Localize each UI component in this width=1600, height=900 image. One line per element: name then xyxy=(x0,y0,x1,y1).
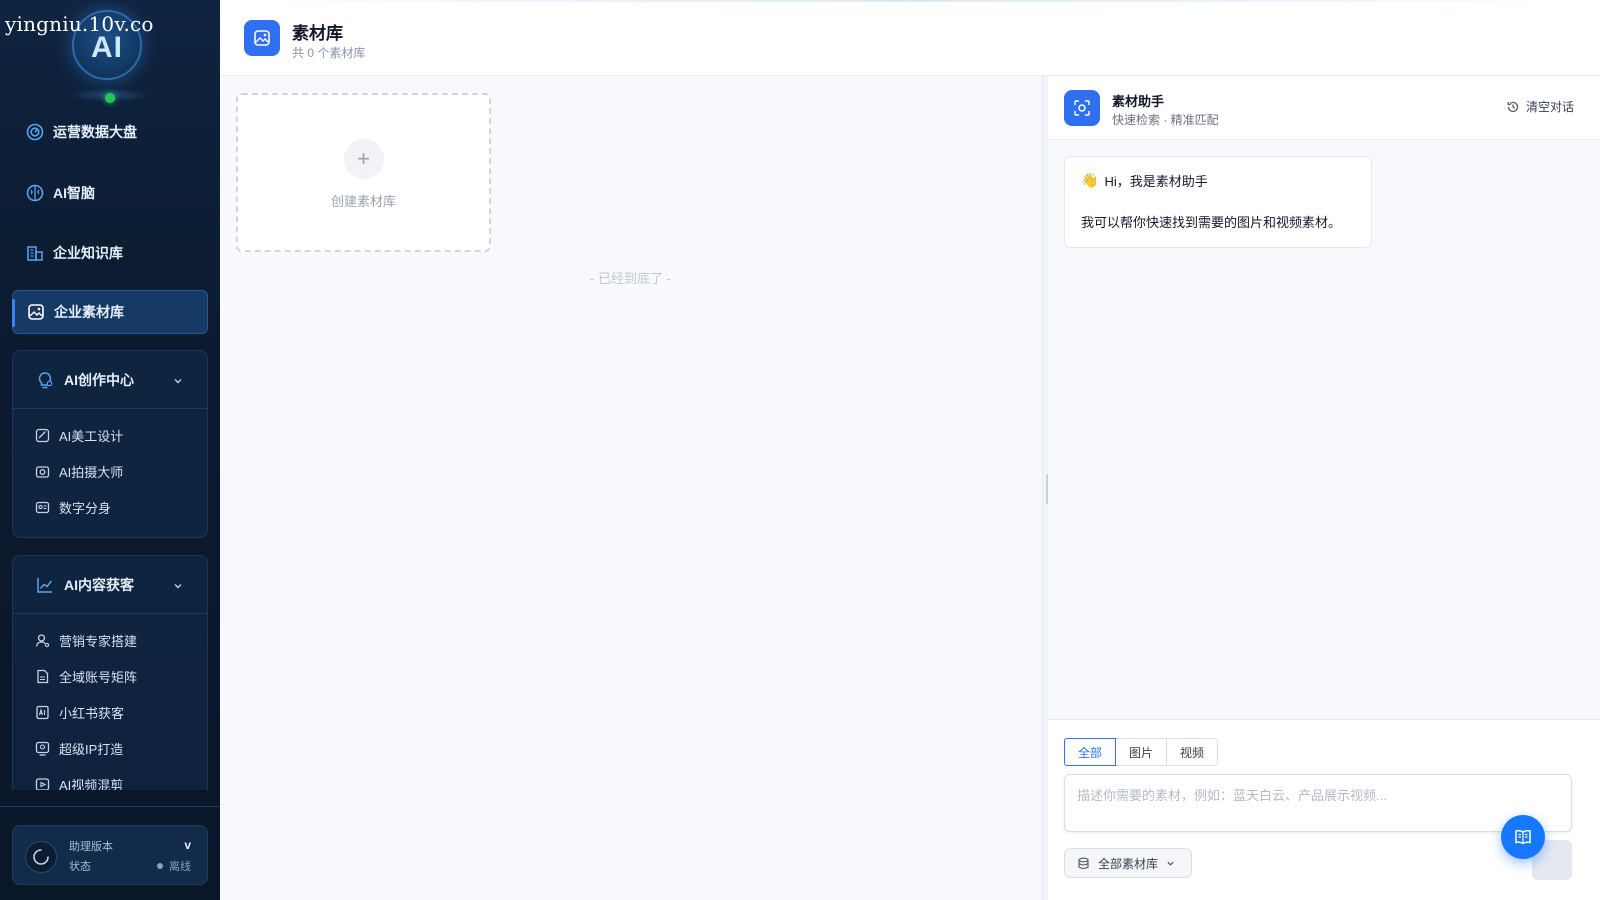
sidebar-scroll-mask xyxy=(0,790,220,806)
group-ai-creation: AI创作中心 AI美工设计 AI拍摄大师 数字分身 xyxy=(12,350,208,538)
brain-icon xyxy=(26,184,44,202)
floating-book-button[interactable] xyxy=(1501,815,1545,859)
sidebar-divider xyxy=(0,806,220,807)
group-title: AI内容获客 xyxy=(64,576,134,593)
assistant-message-text: 我可以帮你快速找到需要的图片和视频素材。 xyxy=(1081,215,1342,230)
page-header: 素材库 共 0 个素材库 xyxy=(220,0,1600,76)
ip-icon xyxy=(35,741,50,756)
create-library-label: 创建素材库 xyxy=(330,194,396,209)
sub-item-ai-design[interactable]: AI美工设计 xyxy=(13,417,207,453)
sub-item-label: 数字分身 xyxy=(59,500,112,516)
group-header-ai-content[interactable]: AI内容获客 xyxy=(13,556,207,614)
page-subtitle: 共 0 个素材库 xyxy=(292,46,366,60)
camera-icon xyxy=(35,464,50,479)
assistant-status-card: 助理版本 v 状态 离线 xyxy=(12,825,208,885)
greeting-text: Hi，我是素材助手 xyxy=(1104,174,1208,189)
sub-item-marketing-expert[interactable]: 营销专家搭建 xyxy=(13,622,207,658)
design-icon xyxy=(35,428,50,443)
dashboard-icon xyxy=(26,123,44,141)
trend-icon xyxy=(35,575,55,595)
sidebar: yingniu.10v.co AI 运营数据大盘 AI智脑 企业知识库 企业素材… xyxy=(0,0,220,900)
greeting-line: 👋 Hi，我是素材助手 xyxy=(1081,171,1355,190)
library-select-value: 全部素材库 xyxy=(1098,856,1159,871)
image-icon xyxy=(244,20,280,56)
sub-item-label: AI美工设计 xyxy=(59,428,124,444)
loading-spinner-icon xyxy=(25,841,57,873)
assistant-subtitle: 快速检索 · 精准匹配 xyxy=(1112,113,1219,127)
nav-label: 企业知识库 xyxy=(53,245,123,261)
assistant-panel: 素材助手 快速检索 · 精准匹配 清空对话 👋 Hi，我是素材助手 我可以帮你快… xyxy=(1048,76,1600,900)
user-gear-icon xyxy=(35,633,50,648)
nav-label: 运营数据大盘 xyxy=(53,124,137,140)
clear-conversation-button[interactable]: 清空对话 xyxy=(1506,98,1574,115)
assistant-message-bubble: 👋 Hi，我是素材助手 我可以帮你快速找到需要的图片和视频素材。 xyxy=(1064,156,1372,248)
sub-item-xiaohongshu[interactable]: 小红书获客 xyxy=(13,694,207,730)
chevron-down-icon xyxy=(173,578,183,594)
book-icon xyxy=(1515,829,1531,845)
sub-item-label: 全域账号矩阵 xyxy=(59,669,138,685)
tab-images[interactable]: 图片 xyxy=(1115,738,1167,766)
state-value: 离线 xyxy=(169,861,191,873)
lightbulb-icon xyxy=(35,370,55,390)
history-icon xyxy=(1506,100,1520,114)
end-of-list-hint: - 已经到底了 - xyxy=(590,271,671,286)
media-type-tabs: 全部 图片 视频 xyxy=(1064,738,1218,766)
assistant-header: 素材助手 快速检索 · 精准匹配 清空对话 xyxy=(1048,76,1600,140)
sub-item-label: AI拍摄大师 xyxy=(59,464,124,480)
library-list: + 创建素材库 - 已经到底了 - xyxy=(220,76,1042,900)
sub-item-account-matrix[interactable]: 全域账号矩阵 xyxy=(13,658,207,694)
database-icon xyxy=(1077,857,1090,870)
clear-conversation-label: 清空对话 xyxy=(1525,100,1574,114)
sub-item-ai-photo[interactable]: AI拍摄大师 xyxy=(13,453,207,489)
offline-badge: 离线 xyxy=(157,858,191,874)
group-header-ai-creation[interactable]: AI创作中心 xyxy=(13,351,207,409)
tab-videos[interactable]: 视频 xyxy=(1166,738,1218,766)
nav-item-dashboard[interactable]: 运营数据大盘 xyxy=(12,110,208,154)
nav-item-material-library[interactable]: 企业素材库 xyxy=(12,290,208,334)
chevron-down-icon xyxy=(1166,859,1175,868)
library-select-dropdown[interactable]: 全部素材库 xyxy=(1064,848,1192,878)
assistant-input-area: 全部 图片 视频 全部素材库 xyxy=(1048,719,1600,900)
assistant-title: 素材助手 xyxy=(1112,94,1165,109)
watermark-text: yingniu.10v.co xyxy=(5,12,154,36)
document-icon xyxy=(35,669,50,684)
state-label: 状态 xyxy=(69,861,91,873)
main-area: 素材库 共 0 个素材库 + 创建素材库 - 已经到底了 - 素材助手 快速检索… xyxy=(220,0,1600,900)
chevron-down-icon xyxy=(173,373,183,389)
sub-item-label: 营销专家搭建 xyxy=(59,633,138,649)
nav-item-ai-brain[interactable]: AI智脑 xyxy=(12,171,208,215)
online-status-dot xyxy=(105,93,115,103)
version-value: v xyxy=(184,838,191,852)
id-card-icon xyxy=(35,500,50,515)
sub-item-super-ip[interactable]: 超级IP打造 xyxy=(13,730,207,766)
group-ai-content-acquisition: AI内容获客 营销专家搭建 全域账号矩阵 小红书获客 超级IP打造 AI视频混剪 xyxy=(12,555,208,805)
offline-dot xyxy=(157,863,163,869)
sub-item-digital-twin[interactable]: 数字分身 xyxy=(13,489,207,525)
ai-doc-icon xyxy=(35,705,50,720)
header-top-line xyxy=(220,0,1600,2)
scan-image-icon xyxy=(1064,90,1100,126)
image-icon xyxy=(27,303,45,321)
tab-all[interactable]: 全部 xyxy=(1064,738,1116,766)
material-search-input[interactable] xyxy=(1064,774,1572,832)
group-title: AI创作中心 xyxy=(64,371,134,388)
nav-label: AI智脑 xyxy=(53,185,95,201)
wave-hand-icon: 👋 xyxy=(1081,172,1099,188)
plus-icon: + xyxy=(343,139,384,179)
logo-text: AI xyxy=(91,31,123,64)
nav-item-knowledge-base[interactable]: 企业知识库 xyxy=(12,231,208,275)
version-label: 助理版本 xyxy=(69,841,113,853)
nav-label: 企业素材库 xyxy=(54,304,124,320)
page-title: 素材库 xyxy=(292,24,343,43)
sub-item-label: 超级IP打造 xyxy=(59,741,124,757)
sub-item-label: 小红书获客 xyxy=(59,705,125,721)
building-icon xyxy=(26,244,44,262)
create-library-button[interactable]: + 创建素材库 xyxy=(236,93,491,252)
